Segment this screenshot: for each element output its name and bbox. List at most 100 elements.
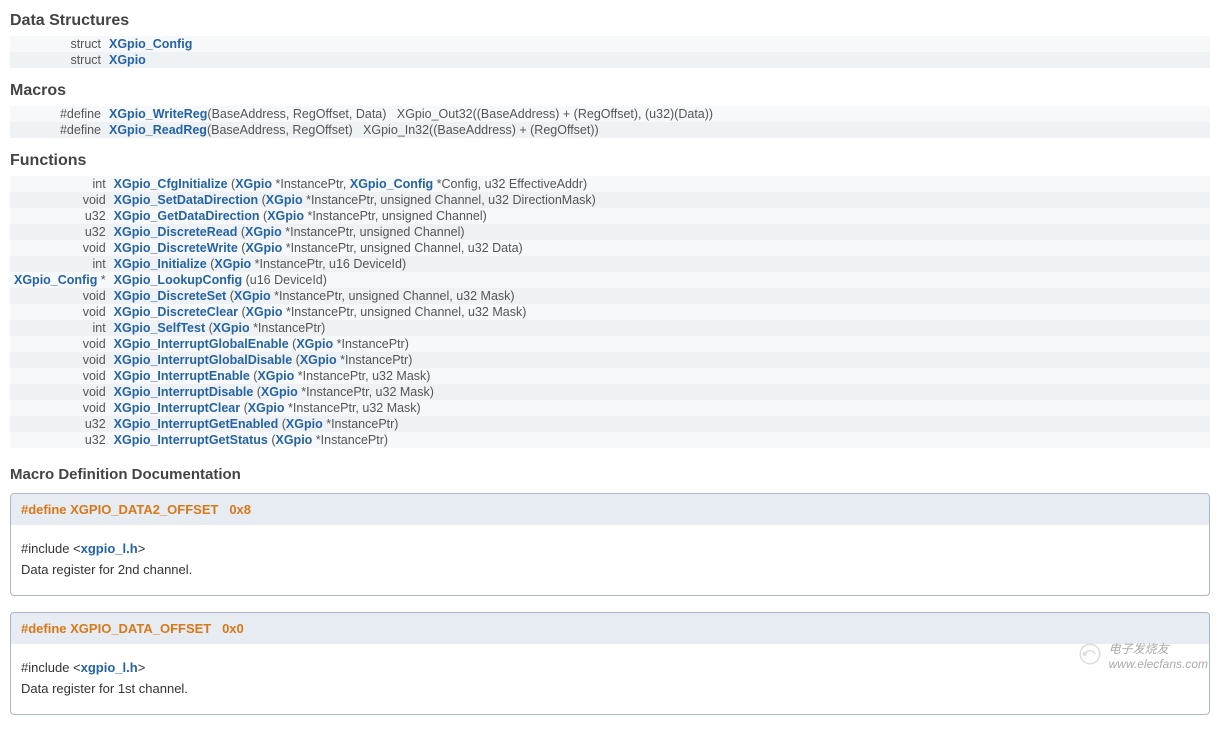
fn-args-open: (	[240, 401, 248, 415]
macro-link[interactable]: XGpio_ReadReg	[109, 123, 207, 137]
table-row: u32 XGpio_InterruptGetStatus (XGpio *Inst…	[10, 432, 1210, 448]
table-row: voidXGpio_InterruptDisable (XGpio *Insta…	[10, 384, 1210, 400]
fn-signature: XGpio_DiscreteRead (XGpio *InstancePtr, …	[110, 224, 1210, 240]
function-link[interactable]: XGpio_LookupConfig	[114, 273, 242, 287]
macro-cell: XGpio_ReadReg(BaseAddress, RegOffset) XG…	[105, 122, 1210, 138]
type-link[interactable]: XGpio	[261, 385, 298, 399]
type-link[interactable]: XGpio	[300, 353, 337, 367]
type-link[interactable]: XGpio	[235, 177, 272, 191]
fn-args-open: (	[258, 193, 266, 207]
fn-args-tail: *InstancePtr)	[323, 417, 399, 431]
fn-signature: XGpio_InterruptDisable (XGpio *InstanceP…	[110, 384, 1210, 400]
fn-signature: XGpio_DiscreteWrite (XGpio *InstancePtr,…	[110, 240, 1210, 256]
function-link[interactable]: XGpio_DiscreteWrite	[114, 241, 238, 255]
fn-args-open: (	[292, 353, 300, 367]
fn-return: u32	[10, 416, 110, 432]
type-link[interactable]: XGpio	[276, 433, 313, 447]
include-link[interactable]: xgpio_l.h	[81, 541, 138, 556]
include-link[interactable]: xgpio_l.h	[81, 660, 138, 675]
type-link[interactable]: XGpio	[296, 337, 333, 351]
type-link[interactable]: XGpio	[286, 417, 323, 431]
fn-args-open: (	[268, 433, 276, 447]
fn-return: u32	[10, 208, 110, 224]
type-link[interactable]: XGpio	[214, 257, 251, 271]
type-link[interactable]: XGpio_Config	[350, 177, 433, 191]
macro-link[interactable]: XGpio_WriteReg	[109, 107, 207, 121]
data-structures-table: struct XGpio_Config struct XGpio	[10, 36, 1210, 68]
fn-args-open: (	[205, 321, 213, 335]
fn-args-tail: *InstancePtr, unsigned Channel)	[282, 225, 465, 239]
fn-args-mid: *InstancePtr,	[272, 177, 350, 191]
macro-doc-header: #define XGPIO_DATA_OFFSET 0x0	[11, 613, 1209, 644]
function-link[interactable]: XGpio_DiscreteRead	[114, 225, 238, 239]
table-row: voidXGpio_InterruptEnable (XGpio *Instan…	[10, 368, 1210, 384]
section-heading-macros: Macros	[10, 82, 1210, 100]
function-link[interactable]: XGpio_InterruptEnable	[114, 369, 250, 383]
fn-return: void	[10, 384, 110, 400]
ds-cell: XGpio_Config	[105, 36, 1210, 52]
fn-args-tail: *InstancePtr)	[250, 321, 326, 335]
table-row: u32XGpio_DiscreteRead (XGpio *InstancePt…	[10, 224, 1210, 240]
function-link[interactable]: XGpio_InterruptGlobalDisable	[114, 353, 293, 367]
function-link[interactable]: XGpio_InterruptDisable	[114, 385, 254, 399]
fn-return: void	[10, 304, 110, 320]
fn-args-tail: *InstancePtr, u16 DeviceId)	[251, 257, 406, 271]
fn-args-tail: *Config, u32 EffectiveAddr)	[433, 177, 587, 191]
fn-return: void	[10, 336, 110, 352]
table-row: u32 XGpio_InterruptGetEnabled (XGpio *Ins…	[10, 416, 1210, 432]
function-link[interactable]: XGpio_DiscreteSet	[114, 289, 227, 303]
fn-args-tail: *InstancePtr)	[312, 433, 388, 447]
macro-doc-include: #include <xgpio_l.h>	[21, 541, 1199, 556]
function-link[interactable]: XGpio_SelfTest	[114, 321, 205, 335]
function-link[interactable]: XGpio_SetDataDirection	[114, 193, 258, 207]
macros-table: #define XGpio_WriteReg(BaseAddress, RegO…	[10, 106, 1210, 138]
table-row: voidXGpio_InterruptClear (XGpio *Instanc…	[10, 400, 1210, 416]
type-link[interactable]: XGpio	[257, 369, 294, 383]
macro-doc-box: #define XGPIO_DATA2_OFFSET 0x8 #include …	[10, 493, 1210, 596]
function-link[interactable]: XGpio_Initialize	[114, 257, 207, 271]
type-link[interactable]: XGpio	[245, 241, 282, 255]
fn-signature: XGpio_InterruptClear (XGpio *InstancePtr…	[110, 400, 1210, 416]
fn-args-tail: *InstancePtr, unsigned Channel, u32 Data…	[282, 241, 522, 255]
fn-args-open: (	[278, 417, 286, 431]
struct-link[interactable]: XGpio	[109, 53, 146, 67]
section-heading-functions: Functions	[10, 152, 1210, 170]
fn-args-tail: *InstancePtr, unsigned Channel, u32 Dire…	[303, 193, 596, 207]
table-row: voidXGpio_DiscreteSet (XGpio *InstancePt…	[10, 288, 1210, 304]
function-link[interactable]: XGpio_CfgInitialize	[114, 177, 228, 191]
macro-value: XGpio_In32((BaseAddress) + (RegOffset))	[363, 123, 599, 137]
macro-doc-include: #include <xgpio_l.h>	[21, 660, 1199, 675]
macro-doc-header: #define XGPIO_DATA2_OFFSET 0x8	[11, 494, 1209, 525]
fn-args-tail: *InstancePtr, unsigned Channel)	[304, 209, 487, 223]
function-link[interactable]: XGpio_DiscreteClear	[114, 305, 238, 319]
table-row: u32XGpio_GetDataDirection (XGpio *Instan…	[10, 208, 1210, 224]
fn-return-suffix: *	[97, 273, 105, 287]
function-link[interactable]: XGpio_GetDataDirection	[114, 209, 260, 223]
fn-signature: XGpio_SetDataDirection (XGpio *InstanceP…	[110, 192, 1210, 208]
macro-doc-name: XGPIO_DATA_OFFSET	[70, 621, 211, 636]
macro-doc-body: #include <xgpio_l.h> Data register for 1…	[11, 644, 1209, 714]
fn-return: u32	[10, 432, 110, 448]
type-link[interactable]: XGpio	[246, 305, 283, 319]
type-link[interactable]: XGpio	[234, 289, 271, 303]
type-link[interactable]: XGpio_Config	[14, 273, 97, 287]
macro-doc-value: 0x8	[229, 502, 251, 517]
type-link[interactable]: XGpio	[248, 401, 285, 415]
type-link[interactable]: XGpio	[266, 193, 303, 207]
function-link[interactable]: XGpio_InterruptGetEnabled	[114, 417, 279, 431]
table-row: intXGpio_Initialize (XGpio *InstancePtr,…	[10, 256, 1210, 272]
function-link[interactable]: XGpio_InterruptGlobalEnable	[114, 337, 289, 351]
function-link[interactable]: XGpio_InterruptClear	[114, 401, 240, 415]
type-link[interactable]: XGpio	[213, 321, 250, 335]
fn-return: int	[10, 320, 110, 336]
macro-value: XGpio_Out32((BaseAddress) + (RegOffset),…	[397, 107, 713, 121]
type-link[interactable]: XGpio	[267, 209, 304, 223]
function-link[interactable]: XGpio_InterruptGetStatus	[114, 433, 268, 447]
fn-return: void	[10, 288, 110, 304]
struct-link[interactable]: XGpio_Config	[109, 37, 192, 51]
type-link[interactable]: XGpio	[245, 225, 282, 239]
include-suffix: >	[138, 660, 146, 675]
fn-return: int	[10, 176, 110, 192]
fn-return: void	[10, 240, 110, 256]
macro-doc-define: #define	[21, 621, 67, 636]
